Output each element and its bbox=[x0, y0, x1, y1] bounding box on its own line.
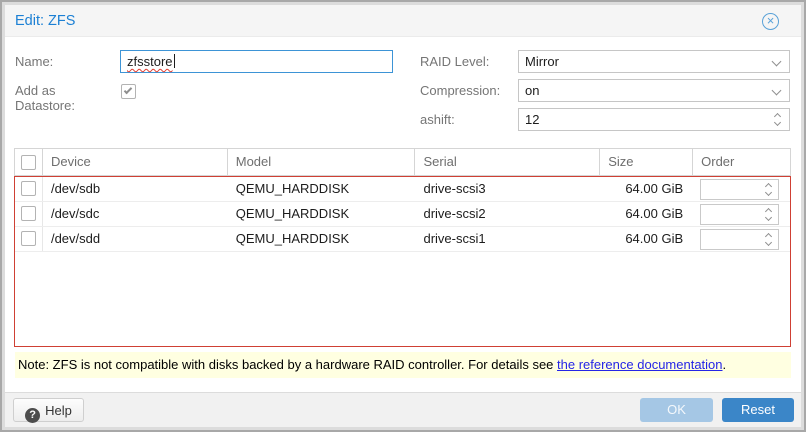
chevron-down-icon bbox=[774, 119, 781, 126]
dialog-title: Edit: ZFS bbox=[15, 5, 75, 37]
column-header-size[interactable]: Size bbox=[600, 149, 693, 175]
table-row[interactable]: /dev/sdb QEMU_HARDDISK drive-scsi3 64.00… bbox=[15, 177, 790, 202]
checkmark-icon bbox=[124, 86, 132, 94]
cell-device: /dev/sdc bbox=[43, 202, 228, 226]
raid-level-label: RAID Level: bbox=[420, 54, 489, 69]
name-label: Name: bbox=[15, 54, 53, 69]
cell-size: 64.00 GiB bbox=[600, 177, 693, 201]
dialog-panel: Edit: ZFS × Name: zfsstore RAID Level: M… bbox=[5, 5, 801, 427]
reset-button[interactable]: Reset bbox=[722, 398, 794, 422]
column-header-serial[interactable]: Serial bbox=[415, 149, 600, 175]
ashift-label: ashift: bbox=[420, 112, 455, 127]
close-icon[interactable]: × bbox=[762, 13, 779, 30]
cell-serial: drive-scsi2 bbox=[415, 202, 600, 226]
name-input[interactable]: zfsstore bbox=[120, 50, 393, 73]
chevron-down-icon bbox=[765, 189, 772, 196]
order-spinner[interactable] bbox=[700, 204, 779, 225]
column-header-model[interactable]: Model bbox=[228, 149, 416, 175]
cell-serial: drive-scsi3 bbox=[415, 177, 600, 201]
column-header-device[interactable]: Device bbox=[43, 149, 228, 175]
help-button[interactable]: ?Help bbox=[13, 398, 84, 422]
add-as-datastore-label: Add as Datastore: bbox=[15, 83, 115, 113]
row-checkbox[interactable] bbox=[21, 206, 36, 221]
column-header-order[interactable]: Order bbox=[693, 149, 790, 175]
table-row[interactable]: /dev/sdc QEMU_HARDDISK drive-scsi2 64.00… bbox=[15, 202, 790, 227]
cell-device: /dev/sdb bbox=[43, 177, 228, 201]
text-caret bbox=[174, 54, 175, 68]
cell-model: QEMU_HARDDISK bbox=[228, 227, 416, 251]
disk-grid-body: /dev/sdb QEMU_HARDDISK drive-scsi3 64.00… bbox=[14, 176, 791, 347]
reference-documentation-link[interactable]: the reference documentation bbox=[557, 357, 723, 372]
chevron-down-icon bbox=[772, 86, 782, 96]
name-input-value: zfsstore bbox=[127, 54, 173, 69]
cell-size: 64.00 GiB bbox=[600, 202, 693, 226]
ashift-spinner[interactable]: 12 bbox=[518, 108, 790, 131]
raid-level-value: Mirror bbox=[525, 54, 559, 69]
row-checkbox[interactable] bbox=[21, 181, 36, 196]
cell-model: QEMU_HARDDISK bbox=[228, 177, 416, 201]
order-spinner[interactable] bbox=[700, 179, 779, 200]
chevron-down-icon bbox=[765, 214, 772, 221]
cell-model: QEMU_HARDDISK bbox=[228, 202, 416, 226]
compression-select[interactable]: on bbox=[518, 79, 790, 102]
order-spinner[interactable] bbox=[700, 229, 779, 250]
chevron-down-icon bbox=[772, 57, 782, 67]
cell-size: 64.00 GiB bbox=[600, 227, 693, 251]
cell-device: /dev/sdd bbox=[43, 227, 228, 251]
chevron-down-icon bbox=[765, 239, 772, 246]
row-checkbox[interactable] bbox=[21, 231, 36, 246]
select-all-cell bbox=[15, 149, 43, 175]
edit-zfs-dialog: Edit: ZFS × Name: zfsstore RAID Level: M… bbox=[0, 0, 806, 432]
question-circle-icon: ? bbox=[25, 408, 40, 423]
compression-value: on bbox=[525, 83, 539, 98]
dialog-titlebar: Edit: ZFS × bbox=[5, 5, 801, 37]
table-row[interactable]: /dev/sdd QEMU_HARDDISK drive-scsi1 64.00… bbox=[15, 227, 790, 252]
compression-label: Compression: bbox=[420, 83, 500, 98]
add-as-datastore-checkbox[interactable] bbox=[121, 84, 136, 99]
disk-grid-header: Device Model Serial Size Order bbox=[14, 148, 791, 176]
raid-level-select[interactable]: Mirror bbox=[518, 50, 790, 73]
cell-serial: drive-scsi1 bbox=[415, 227, 600, 251]
ashift-value: 12 bbox=[525, 112, 539, 127]
ok-button[interactable]: OK bbox=[640, 398, 713, 422]
dialog-footer: ?Help OK Reset bbox=[5, 392, 801, 427]
select-all-checkbox[interactable] bbox=[21, 155, 36, 170]
zfs-note: Note: ZFS is not compatible with disks b… bbox=[15, 352, 791, 378]
